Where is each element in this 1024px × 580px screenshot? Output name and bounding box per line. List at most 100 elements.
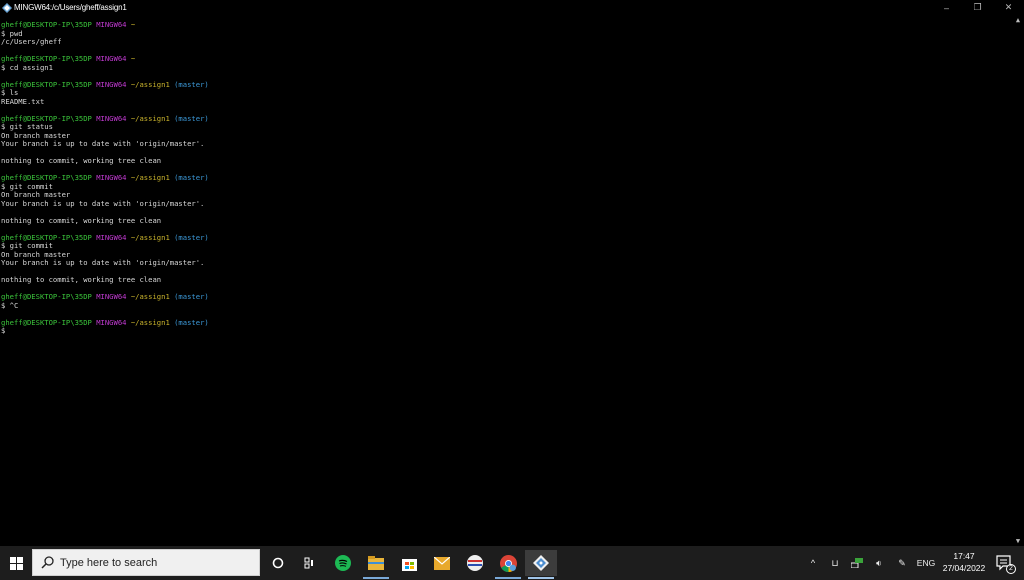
show-hidden-icons-button[interactable]: ^ <box>806 546 820 580</box>
network-button[interactable] <box>849 546 865 580</box>
scrollbar[interactable]: ▲ ▼ <box>1012 15 1024 546</box>
terminal-line: $ ls <box>0 88 1012 98</box>
terminal-text: nothing to commit, working tree clean <box>1 275 162 284</box>
terminal-text: (master) <box>169 292 209 301</box>
speaker-icon: 🔉︎ <box>876 557 882 568</box>
start-button[interactable] <box>0 546 32 580</box>
terminal-text: README.txt <box>1 96 45 106</box>
spotify-icon <box>335 555 351 571</box>
terminal-line: gheff@DESKTOP-IP\35DP MINGW64 ~/assign1 … <box>0 317 1012 328</box>
terminal-text: MINGW64 <box>96 113 127 123</box>
terminal-text: /c/Users/gheff <box>1 37 62 46</box>
terminal-line: README.txt <box>0 96 1012 107</box>
chevron-up-icon: ^ <box>810 558 816 568</box>
terminal-text: MINGW64 <box>96 54 127 63</box>
close-button[interactable]: ✕ <box>993 0 1024 15</box>
scroll-up-arrow-icon[interactable]: ▲ <box>1012 15 1024 25</box>
terminal-text: nothing to commit, working tree clean <box>1 156 162 165</box>
terminal-line: gheff@DESKTOP-IP\35DP MINGW64 ~/assign1 … <box>0 79 1012 90</box>
search-icon <box>41 556 54 569</box>
windows-logo-icon <box>9 556 23 570</box>
search-box[interactable]: Type here to search <box>32 549 260 576</box>
clock-date: 27/04/2022 <box>942 563 986 573</box>
file-explorer-icon <box>368 556 384 570</box>
terminal-line: nothing to commit, working tree clean <box>0 156 1012 166</box>
terminal-text: MINGW64 <box>96 79 127 89</box>
terminal-line: nothing to commit, working tree clean <box>0 215 1012 226</box>
language-indicator[interactable]: ENG <box>915 546 937 580</box>
clock[interactable]: 17:47 27/04/2022 <box>938 550 990 574</box>
terminal-text: ~/assign1 <box>130 292 170 301</box>
chrome-button[interactable] <box>492 550 524 579</box>
scroll-down-arrow-icon[interactable]: ▼ <box>1012 536 1024 546</box>
terminal-line: gheff@DESKTOP-IP\35DP MINGW64 ~/assign1 … <box>0 232 1012 243</box>
window-title: MINGW64:/c/Users/gheff/assign1 <box>14 3 127 12</box>
browser-icon <box>467 555 483 571</box>
terminal-text: ~/assign1 <box>130 317 170 327</box>
browser-button[interactable] <box>459 550 491 576</box>
terminal-line: $ git status <box>0 122 1012 132</box>
terminal-text: (master) <box>169 79 209 89</box>
tray-app-icon: ⊔ <box>831 557 839 568</box>
terminal-text: ~/assign1 <box>130 173 170 182</box>
store-icon <box>401 558 417 571</box>
terminal-text: MINGW64 <box>96 292 127 301</box>
terminal-text: (master) <box>169 113 209 123</box>
git-bash-button[interactable] <box>525 550 557 579</box>
pen-button[interactable]: ✎ <box>894 546 910 580</box>
terminal-text: $ <box>1 326 6 335</box>
terminal-line: $ <box>0 326 1012 336</box>
terminal-line: $ pwd <box>0 29 1012 39</box>
action-center-button[interactable]: 2 <box>995 554 1016 574</box>
git-bash-app-icon <box>2 2 12 13</box>
terminal-text: ~/assign1 <box>130 232 170 242</box>
terminal-line: gheff@DESKTOP-IP\35DP MINGW64 ~ <box>0 54 1012 64</box>
task-view-icon <box>304 557 313 569</box>
terminal-line: gheff@DESKTOP-IP\35DP MINGW64 ~/assign1 … <box>0 113 1012 124</box>
terminal-text: ~ <box>130 54 136 63</box>
spotify-button[interactable] <box>327 550 359 576</box>
terminal-line: $ git commit <box>0 241 1012 251</box>
terminal-line: Your branch is up to date with 'origin/m… <box>0 199 1012 209</box>
terminal-line: gheff@DESKTOP-IP\35DP MINGW64 ~/assign1 … <box>0 173 1012 183</box>
terminal-text: gheff@DESKTOP-IP\35DP <box>1 317 92 327</box>
terminal-text: MINGW64 <box>96 173 127 182</box>
terminal-line: $ cd assign1 <box>0 63 1012 73</box>
terminal-line: Your branch is up to date with 'origin/m… <box>0 139 1012 149</box>
terminal-line: gheff@DESKTOP-IP\35DP MINGW64 ~/assign1 … <box>0 292 1012 302</box>
terminal-text: ~/assign1 <box>130 79 170 89</box>
tray-app-button[interactable]: ⊔ <box>828 546 842 580</box>
terminal-text: MINGW64 <box>96 317 127 327</box>
cortana-button[interactable] <box>262 550 294 576</box>
terminal-text: Your branch is up to date with 'origin/m… <box>1 139 205 148</box>
terminal-text: ~/assign1 <box>130 113 170 123</box>
store-button[interactable] <box>393 550 425 576</box>
terminal-text: $ ^C <box>1 300 19 310</box>
terminal-text: MINGW64 <box>96 21 127 29</box>
terminal-line: Your branch is up to date with 'origin/m… <box>0 258 1012 268</box>
terminal-text: Your branch is up to date with 'origin/m… <box>1 258 205 267</box>
terminal-output[interactable]: gheff@DESKTOP-IP\35DP MINGW64 ~ $ pwd/c/U… <box>0 21 1012 546</box>
minimize-button[interactable]: – <box>931 0 962 15</box>
terminal-text: (master) <box>169 173 209 182</box>
mail-button[interactable] <box>426 550 458 576</box>
task-view-button[interactable] <box>294 550 326 576</box>
file-explorer-button[interactable] <box>360 550 392 579</box>
volume-button[interactable]: 🔉︎ <box>871 546 887 580</box>
clock-time: 17:47 <box>953 551 975 561</box>
network-icon <box>851 558 863 568</box>
terminal-text: (master) <box>169 232 209 242</box>
chrome-icon <box>499 554 517 572</box>
terminal-line: $ ^C <box>0 300 1012 311</box>
terminal-text: nothing to commit, working tree clean <box>1 215 162 225</box>
git-bash-icon <box>533 555 549 571</box>
terminal-text: (master) <box>169 317 209 327</box>
terminal-text: MINGW64 <box>96 232 127 242</box>
taskbar: Type here to search ^ ⊔ 🔉︎ ✎ ENG 17:47 2… <box>0 546 1024 580</box>
search-placeholder: Type here to search <box>60 556 158 569</box>
terminal-line: gheff@DESKTOP-IP\35DP MINGW64 ~ <box>0 21 1012 30</box>
pen-icon: ✎ <box>898 557 906 568</box>
title-bar: MINGW64:/c/Users/gheff/assign1 – ❐ ✕ <box>0 0 1024 15</box>
restore-button[interactable]: ❐ <box>962 0 993 15</box>
